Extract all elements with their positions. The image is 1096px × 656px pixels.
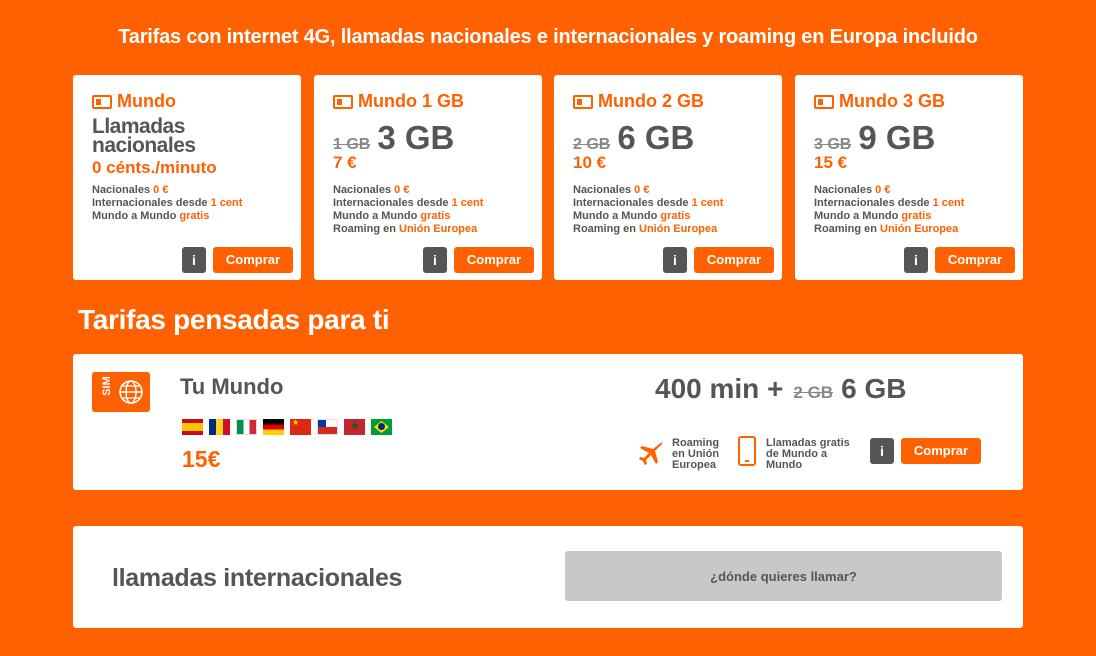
old-data: 3 GB [814, 136, 852, 153]
buy-button[interactable]: Comprar [454, 247, 534, 273]
plan-card-mundo: Mundo Llamadas nacionales 0 cénts./minut… [73, 75, 301, 280]
feature-line: Nacionales 0 € [814, 184, 891, 196]
plan-card-mundo-2gb: Mundo 2 GB 2 GB 6 GB 10 € Nacionales 0 €… [554, 75, 782, 280]
brazil-flag-icon [371, 419, 392, 435]
plan-features: Nacionales 0 € Internacionales desde 1 c… [814, 184, 964, 236]
buy-button[interactable]: Comprar [901, 438, 981, 464]
info-button[interactable]: i [904, 247, 928, 273]
plan-title-text: Mundo [117, 91, 176, 111]
china-flag-icon: ★ [290, 419, 311, 435]
feature-line: Nacionales 0 € [333, 184, 410, 196]
new-data: 3 GB [377, 119, 455, 156]
feature-line: Nacionales 0 € [92, 184, 169, 196]
feature-line: Mundo a Mundo gratis [92, 210, 210, 222]
morocco-flag-icon: ★ [344, 419, 365, 435]
sim-label: SIM [101, 376, 113, 396]
info-button[interactable]: i [423, 247, 447, 273]
feature-line: Internacionales desde 1 cent [814, 197, 965, 209]
minutes-amount: 400 min + [655, 373, 784, 404]
sim-card-icon [814, 94, 834, 109]
plan-title-text: Mundo 3 GB [839, 91, 945, 111]
roaming-note: Roaming en Unión Europea [672, 437, 720, 471]
plan-title: Mundo 2 GB [573, 91, 704, 112]
feature-line: Roaming en Unión Europea [573, 223, 718, 235]
plan-title-text: Mundo 1 GB [358, 91, 464, 111]
info-button[interactable]: i [663, 247, 687, 273]
buy-button[interactable]: Comprar [694, 247, 774, 273]
data-amount: 1 GB 3 GB [333, 119, 454, 157]
chile-flag-icon [317, 419, 338, 435]
buy-button[interactable]: Comprar [935, 247, 1015, 273]
plan-price: 10 € [573, 153, 607, 172]
plan-title: Mundo 1 GB [333, 91, 464, 112]
plan-card-mundo-3gb: Mundo 3 GB 3 GB 9 GB 15 € Nacionales 0 €… [795, 75, 1023, 280]
old-data: 1 GB [333, 136, 371, 153]
feature-line: Mundo a Mundo gratis [573, 210, 691, 222]
international-calls-label: llamadas internacionales [112, 564, 403, 592]
sim-globe-icon: SIM [92, 372, 150, 412]
country-flags: ★ ★ [182, 419, 392, 435]
plan-card-mundo-1gb: Mundo 1 GB 1 GB 3 GB 7 € Nacionales 0 € … [314, 75, 542, 280]
data-amount: 3 GB 9 GB [814, 119, 935, 157]
section-title: Tarifas pensadas para ti [78, 304, 390, 335]
feature-line: Nacionales 0 € [573, 184, 650, 196]
destination-search-input[interactable] [565, 551, 1002, 601]
smartphone-icon [738, 436, 756, 466]
sim-card-icon [92, 94, 112, 109]
new-data: 6 GB [617, 119, 695, 156]
tu-mundo-card: SIM Tu Mundo ★ ★ 15€ 400 min + 2 GB 6 GB… [73, 354, 1023, 490]
feature-line: Internacionales desde 1 cent [333, 197, 484, 209]
feature-line: Mundo a Mundo gratis [814, 210, 932, 222]
feature-line: Internacionales desde 1 cent [573, 197, 724, 209]
new-data: 6 GB [841, 373, 907, 404]
calls-note: Llamadas gratis de Mundo a Mundo [766, 437, 850, 471]
romania-flag-icon [209, 419, 230, 435]
plan-price: 15 € [814, 153, 848, 172]
page-headline: Tarifas con internet 4G, llamadas nacion… [118, 26, 978, 48]
plan-price: 7 € [333, 153, 357, 172]
new-data: 9 GB [858, 119, 936, 156]
feature-line: Roaming en Unión Europea [814, 223, 959, 235]
data-amount: 2 GB 6 GB [573, 119, 694, 157]
plan-title: Mundo [92, 91, 176, 112]
old-data: 2 GB [793, 383, 834, 402]
sim-card-icon [333, 94, 353, 109]
germany-flag-icon [263, 419, 284, 435]
plan-price: 15€ [182, 446, 221, 472]
info-button[interactable]: i [182, 247, 206, 273]
plan-title-text: Mundo 2 GB [598, 91, 704, 111]
airplane-icon [639, 442, 662, 465]
plan-allowance: 400 min + 2 GB 6 GB [655, 373, 906, 405]
plan-features: Nacionales 0 € Internacionales desde 1 c… [92, 184, 242, 223]
globe-icon [119, 380, 143, 404]
international-calls-panel: llamadas internacionales [73, 526, 1023, 628]
plan-headline-line2: nacionales [92, 134, 196, 157]
plan-features: Nacionales 0 € Internacionales desde 1 c… [573, 184, 723, 236]
buy-button[interactable]: Comprar [213, 247, 293, 273]
sim-card-icon [573, 94, 593, 109]
old-data: 2 GB [573, 136, 611, 153]
feature-line: Internacionales desde 1 cent [92, 197, 243, 209]
italy-flag-icon [236, 419, 257, 435]
feature-line: Roaming en Unión Europea [333, 223, 478, 235]
plan-headline: Llamadas nacionales [92, 116, 196, 157]
info-button[interactable]: i [870, 438, 894, 464]
plan-cents: 0 cénts./minuto [92, 158, 217, 177]
plan-name: Tu Mundo [180, 374, 284, 399]
plan-features: Nacionales 0 € Internacionales desde 1 c… [333, 184, 483, 236]
plan-title: Mundo 3 GB [814, 91, 945, 112]
spain-flag-icon [182, 419, 203, 435]
feature-line: Mundo a Mundo gratis [333, 210, 451, 222]
